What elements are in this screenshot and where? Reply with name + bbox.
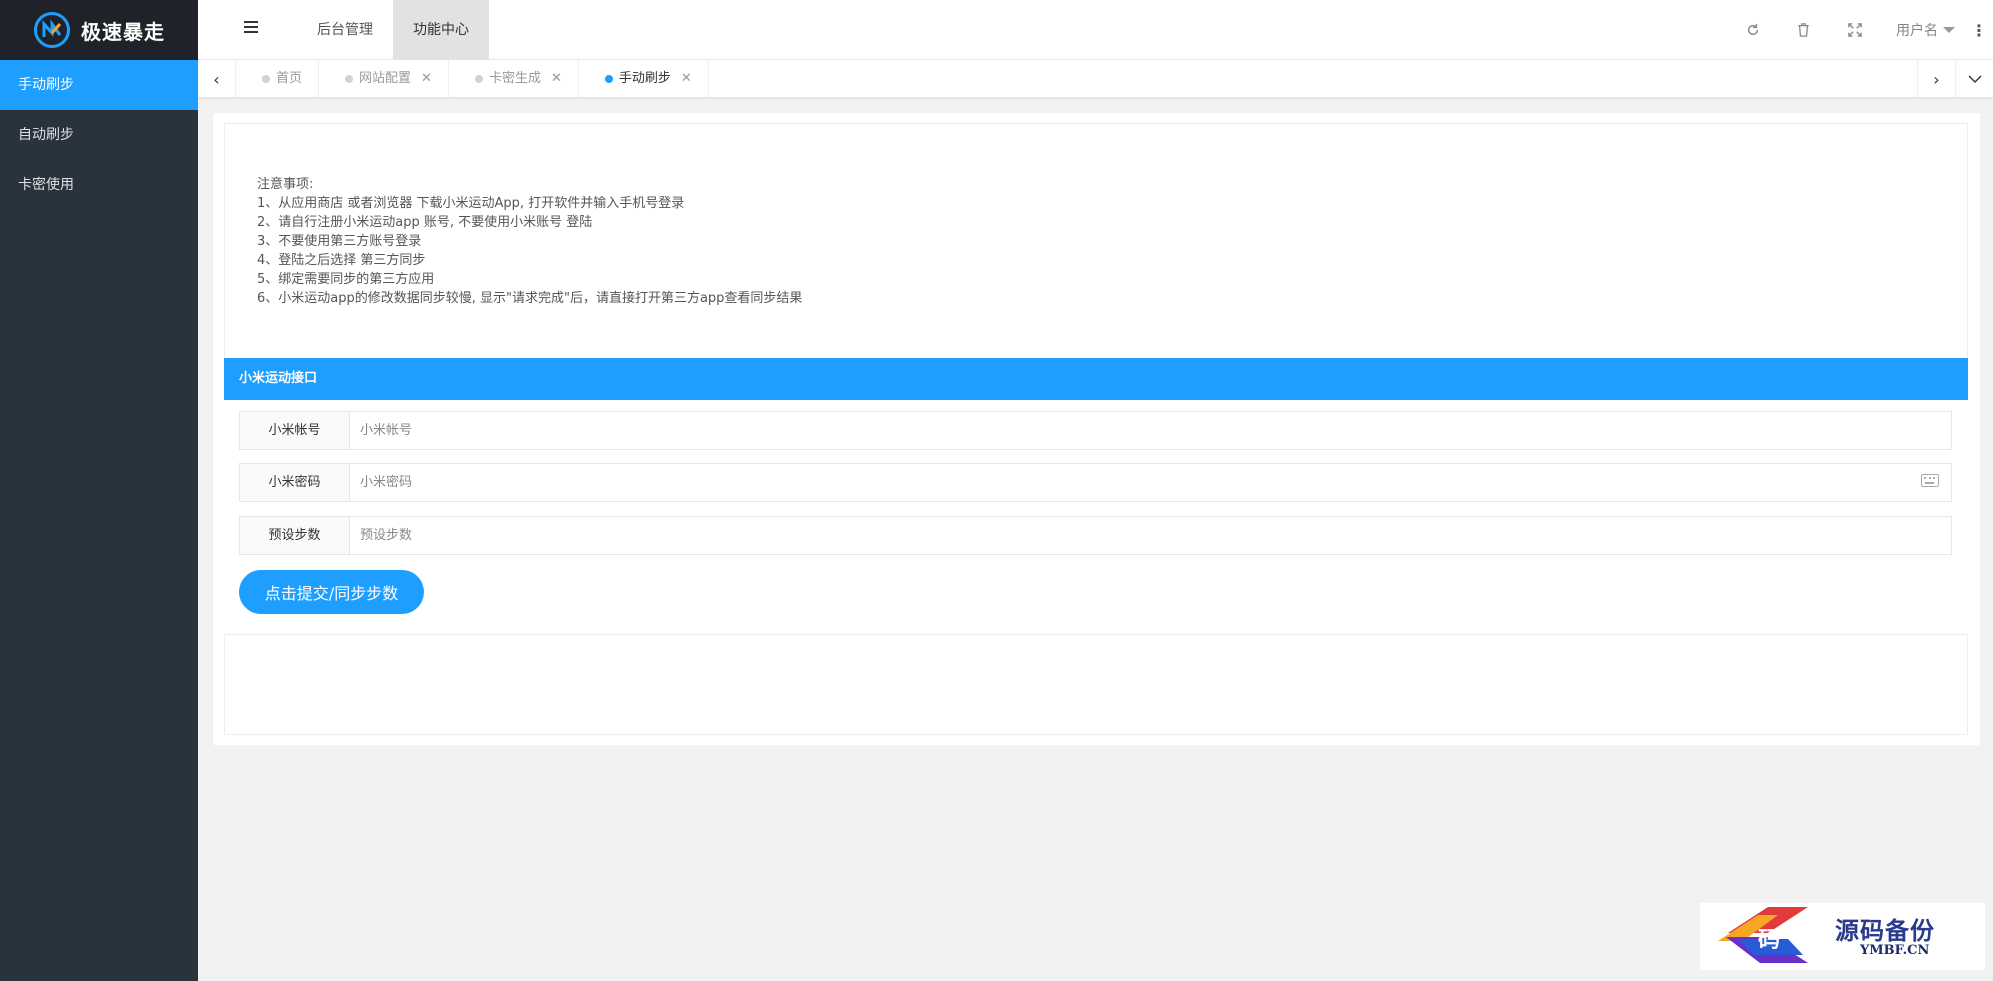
close-icon[interactable]: ✕: [681, 60, 692, 98]
sidebar-item-manual-steps[interactable]: 手动刷步: [0, 60, 198, 110]
watermark-sub: YMBF.CN: [1860, 943, 1930, 958]
notice-line: 6、小米运动app的修改数据同步较慢, 显示"请求完成"后，请直接打开第三方ap…: [257, 291, 803, 306]
notice-line: 1、从应用商店 或者浏览器 下载小米运动App, 打开软件并输入手机号登录: [257, 196, 685, 211]
chevron-down-icon[interactable]: [1955, 60, 1993, 98]
chevron-down-icon: [1943, 27, 1955, 33]
steps-label: 预设步数: [240, 517, 350, 554]
refresh-icon[interactable]: [1727, 0, 1778, 60]
notice-line: 5、绑定需要同步的第三方应用: [257, 272, 435, 287]
tab-dot-icon: [474, 75, 483, 83]
more-vertical-icon[interactable]: ⋮: [1965, 21, 1993, 40]
account-row: 小米帐号: [239, 411, 1952, 450]
fullscreen-icon[interactable]: [1829, 0, 1880, 60]
tab-manual-steps[interactable]: 手动刷步 ✕: [579, 60, 709, 98]
steps-row: 预设步数: [239, 516, 1952, 555]
account-label: 小米帐号: [240, 412, 350, 449]
password-label: 小米密码: [240, 464, 350, 501]
tab-card-generate[interactable]: 卡密生成 ✕: [449, 60, 579, 98]
sidebar: 极速暴走 手动刷步 自动刷步 卡密使用: [0, 0, 198, 981]
page-tabs: ‹ 首页 网站配置 ✕ 卡密生成 ✕ 手动刷步 ✕ ›: [198, 60, 1993, 98]
tab-dot-icon: [345, 75, 354, 83]
brand-name: 极速暴走: [81, 19, 165, 44]
password-input[interactable]: [350, 464, 1951, 501]
notice-box: 注意事项: 1、从应用商店 或者浏览器 下载小米运动App, 打开软件并输入手机…: [224, 123, 1968, 359]
watermark-logo-icon: 码: [1718, 907, 1808, 963]
top-header: 后台管理 功能中心 用户名 ⋮: [198, 0, 1993, 60]
notice-line: 3、不要使用第三方账号登录: [257, 234, 422, 249]
steps-input[interactable]: [350, 517, 1951, 554]
chevron-left-icon[interactable]: ‹: [198, 60, 236, 98]
tab-label: 卡密生成: [488, 71, 541, 86]
result-box: [224, 634, 1968, 735]
top-nav: 后台管理 功能中心: [297, 0, 489, 60]
section-title: 小米运动接口: [224, 358, 1968, 400]
sidebar-item-card-key[interactable]: 卡密使用: [0, 160, 198, 210]
tab-dot-icon: [262, 75, 270, 83]
tab-dot-icon: [604, 75, 613, 83]
tab-label: 手动刷步: [618, 71, 671, 86]
notice-line: 4、登陆之后选择 第三方同步: [257, 253, 426, 268]
tab-list: 首页 网站配置 ✕ 卡密生成 ✕ 手动刷步 ✕: [236, 60, 709, 98]
user-menu[interactable]: 用户名: [1880, 20, 1965, 40]
tab-site-config[interactable]: 网站配置 ✕: [319, 60, 449, 98]
content-panel: 注意事项: 1、从应用商店 或者浏览器 下载小米运动App, 打开软件并输入手机…: [213, 113, 1980, 745]
password-row: 小米密码: [239, 463, 1952, 502]
trash-icon[interactable]: [1778, 0, 1829, 60]
watermark-glyph: 码: [1758, 927, 1780, 953]
logo[interactable]: 极速暴走: [0, 0, 198, 60]
header-actions: 用户名 ⋮: [1727, 0, 1993, 60]
close-icon[interactable]: ✕: [421, 60, 432, 98]
tab-label: 首页: [276, 71, 303, 86]
nav-function-center[interactable]: 功能中心: [393, 0, 489, 60]
watermark-text: 源码备份: [1835, 916, 1935, 945]
tab-label: 网站配置: [359, 71, 412, 86]
sidebar-item-auto-steps[interactable]: 自动刷步: [0, 110, 198, 160]
notice-title: 注意事项:: [257, 177, 314, 192]
chevron-right-icon[interactable]: ›: [1917, 60, 1955, 98]
logo-icon: [34, 12, 70, 48]
username: 用户名: [1896, 23, 1938, 39]
menu-toggle-icon[interactable]: [242, 21, 258, 37]
submit-sync-button[interactable]: 点击提交/同步步数: [239, 570, 424, 614]
notice-line: 2、请自行注册小米运动app 账号, 不要使用小米账号 登陆: [257, 215, 593, 230]
tab-home[interactable]: 首页: [236, 60, 320, 98]
watermark: 码 源码备份 YMBF.CN: [1700, 903, 1985, 970]
close-icon[interactable]: ✕: [551, 60, 562, 98]
keyboard-icon[interactable]: [1921, 474, 1939, 487]
account-input[interactable]: [350, 412, 1951, 449]
nav-backend-management[interactable]: 后台管理: [297, 0, 393, 60]
